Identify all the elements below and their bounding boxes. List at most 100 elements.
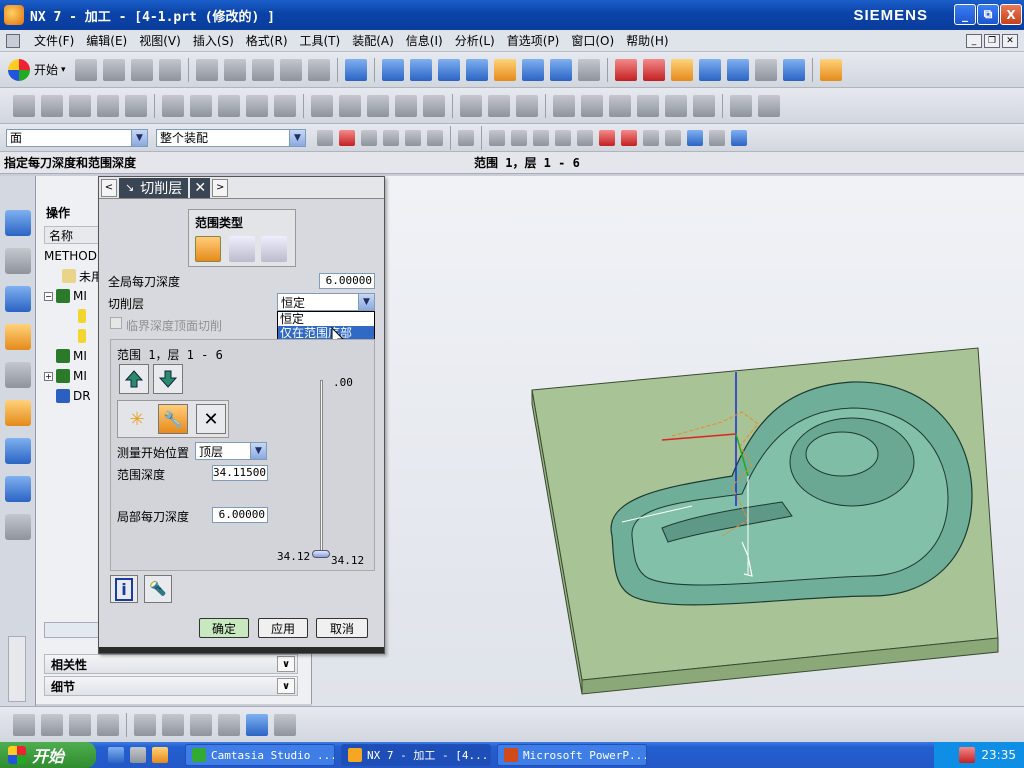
assembly-navigator-icon[interactable] — [5, 210, 31, 236]
new-file-icon[interactable] — [74, 58, 97, 81]
rotate-icon[interactable] — [465, 58, 488, 81]
program-view-icon[interactable] — [162, 94, 184, 117]
task-nx[interactable]: NX 7 - 加工 - [4... — [341, 744, 491, 766]
snap-face-icon[interactable] — [687, 129, 703, 146]
filter-icon[interactable] — [317, 129, 333, 146]
tree-row-mill-1[interactable]: − MI — [44, 286, 103, 306]
web-browser-icon[interactable] — [5, 476, 31, 502]
section-dependencies[interactable]: 相关性 ∨ — [44, 654, 298, 674]
feature-icon-4[interactable] — [637, 94, 659, 117]
machine-tool-view-icon[interactable] — [190, 94, 212, 117]
wcs-icon[interactable] — [614, 58, 637, 81]
move-up-button[interactable] — [119, 364, 149, 394]
menu-file[interactable]: 文件(F) — [28, 32, 80, 49]
collapse-icon[interactable]: − — [44, 291, 53, 301]
menu-analysis[interactable]: 分析(L) — [449, 32, 501, 49]
tree-row-drill[interactable]: DR — [44, 386, 103, 406]
tray-icon[interactable] — [959, 747, 976, 763]
point-icon[interactable] — [218, 713, 240, 736]
assembly-filter-combo[interactable]: 整个装配 ▼ — [156, 128, 306, 147]
menu-tools[interactable]: 工具(T) — [294, 32, 347, 49]
ie-icon[interactable] — [108, 747, 124, 763]
cancel-button[interactable]: 取消 — [316, 618, 368, 638]
dialog-close-button[interactable]: ✕ — [190, 177, 211, 198]
mdi-restore-button[interactable]: ❐ — [984, 34, 1000, 48]
shaded-view-icon[interactable] — [549, 58, 572, 81]
save-icon[interactable] — [130, 58, 153, 81]
chevron-down-icon[interactable]: ∨ — [277, 678, 295, 694]
paste-icon[interactable] — [251, 58, 274, 81]
info-button[interactable]: i — [110, 575, 138, 603]
menu-info[interactable]: 信息(I) — [400, 32, 449, 49]
generate-toolpath-icon[interactable] — [670, 58, 693, 81]
graphics-window[interactable] — [312, 176, 1024, 706]
body-rule-icon[interactable] — [427, 129, 443, 146]
post-process-icon[interactable] — [754, 58, 777, 81]
replay-toolpath-icon[interactable] — [698, 58, 721, 81]
rename-object-icon[interactable] — [423, 94, 445, 117]
datum-csys-icon[interactable] — [190, 713, 212, 736]
create-geometry-icon[interactable] — [69, 94, 91, 117]
menu-assembly[interactable]: 装配(A) — [346, 32, 400, 49]
edit-range-button[interactable]: 🔧 — [158, 404, 188, 434]
cylinder-icon[interactable] — [274, 713, 296, 736]
revolve-icon[interactable] — [69, 713, 91, 736]
type-filter-combo[interactable]: 面 ▼ — [6, 128, 148, 147]
menu-edit[interactable]: 编辑(E) — [80, 32, 133, 49]
info-icon[interactable] — [5, 438, 31, 464]
move-down-button[interactable] — [153, 364, 183, 394]
feature-table-icon[interactable] — [97, 713, 119, 736]
snap-center-icon[interactable] — [599, 129, 615, 146]
sketch-icon[interactable] — [13, 713, 35, 736]
operation-navigator-icon[interactable] — [5, 286, 31, 312]
range-depth-input[interactable]: 34.11500 — [212, 465, 268, 481]
print-icon[interactable] — [158, 58, 181, 81]
menu-format[interactable]: 格式(R) — [240, 32, 294, 49]
menu-help[interactable]: 帮助(H) — [620, 32, 674, 49]
measure-from-select[interactable]: 顶层 ▼ — [195, 442, 267, 460]
depth-slider-thumb[interactable] — [312, 550, 330, 558]
create-operation-icon[interactable] — [125, 94, 147, 117]
rectangle-select-icon[interactable] — [458, 129, 474, 146]
create-method-icon[interactable] — [97, 94, 119, 117]
select-all-icon[interactable] — [339, 129, 355, 146]
verify-toolpath-icon[interactable] — [726, 58, 749, 81]
cut-object-icon[interactable] — [339, 94, 361, 117]
start-menu-button[interactable]: 开始 ▾ — [8, 58, 66, 81]
tree-row-method[interactable]: METHOD — [44, 246, 103, 266]
feature-icon-7[interactable] — [730, 94, 752, 117]
display-button[interactable]: 🔦 — [144, 575, 172, 603]
pan-icon[interactable] — [493, 58, 516, 81]
menu-view[interactable]: 视图(V) — [133, 32, 187, 49]
menu-preferences[interactable]: 首选项(P) — [501, 32, 566, 49]
edit-object-icon[interactable] — [311, 94, 333, 117]
selection-icon[interactable] — [344, 58, 367, 81]
back-button[interactable]: < — [101, 178, 117, 197]
snap-quadrant-icon[interactable] — [621, 129, 637, 146]
snap-end-icon[interactable] — [511, 129, 527, 146]
delete-range-button[interactable]: ✕ — [196, 404, 226, 434]
copy-icon[interactable] — [223, 58, 246, 81]
open-file-icon[interactable] — [102, 58, 125, 81]
option-range-bottom-only[interactable]: 仅在范围底部 — [278, 326, 374, 340]
tree-row-child-2[interactable] — [44, 326, 103, 346]
expand-icon[interactable]: + — [44, 371, 53, 381]
taskbar-start-button[interactable]: 开始 — [0, 742, 96, 768]
mdi-minimize-button[interactable]: _ — [966, 34, 982, 48]
forward-button[interactable]: > — [212, 178, 229, 197]
cut-icon[interactable] — [195, 58, 218, 81]
apply-button[interactable]: 应用 — [258, 618, 308, 638]
horizontal-scrollbar[interactable] — [44, 622, 106, 638]
delete-icon[interactable] — [279, 58, 302, 81]
copy-object-icon[interactable] — [367, 94, 389, 117]
render-style-icon[interactable] — [577, 58, 600, 81]
task-powerpoint[interactable]: Microsoft PowerP... — [497, 744, 647, 766]
datum-plane-icon[interactable] — [134, 713, 156, 736]
global-depth-input[interactable]: 6.00000 — [319, 273, 375, 289]
menu-insert[interactable]: 插入(S) — [187, 32, 240, 49]
tree-row-unused[interactable]: 未用 — [44, 266, 103, 286]
reuse-library-icon[interactable] — [5, 362, 31, 388]
close-x-icon[interactable] — [758, 94, 780, 117]
snap-existing-icon[interactable] — [643, 129, 659, 146]
snap-body-icon[interactable] — [731, 129, 747, 146]
